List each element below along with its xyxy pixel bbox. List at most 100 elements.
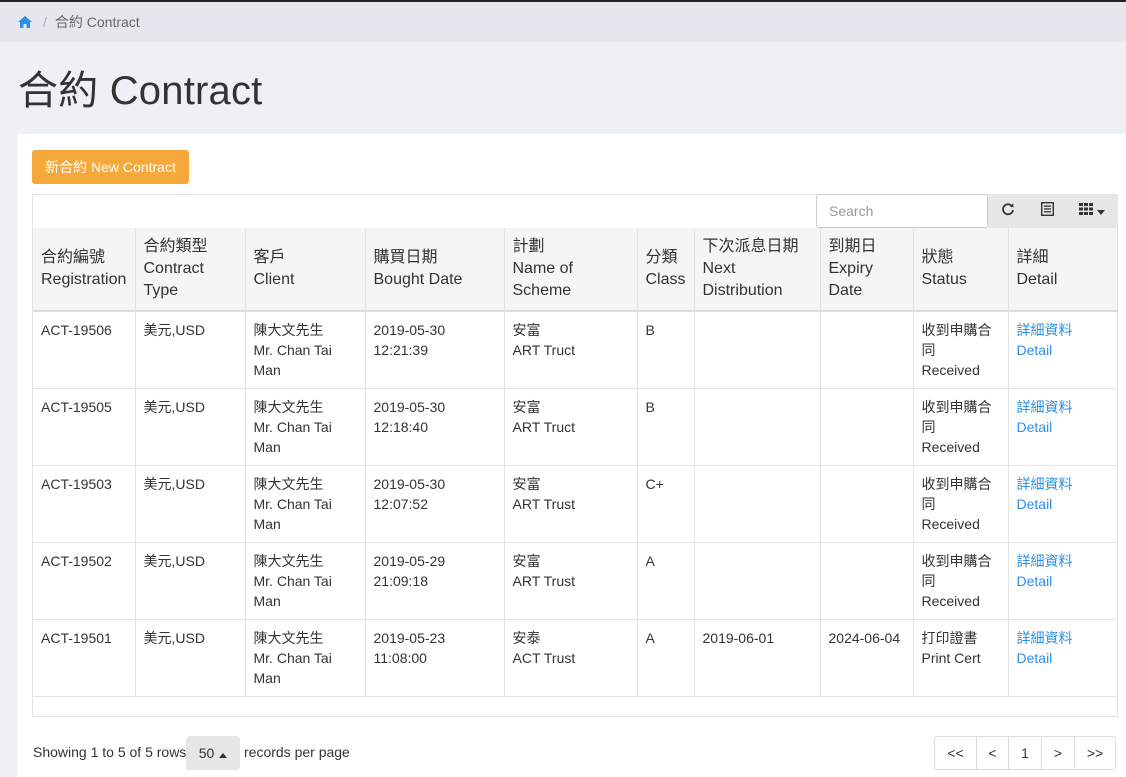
detail-link-en[interactable]: Detail — [1017, 342, 1053, 358]
scheme-en: ACT Trust — [512, 650, 576, 666]
status-en: Received — [921, 593, 980, 609]
date: 2019-05-30 — [373, 399, 446, 415]
search-input[interactable]: Search — [816, 194, 988, 228]
client-en: Mr. Chan Tai Man — [253, 342, 332, 378]
columns-dropdown-button[interactable] — [1066, 194, 1118, 228]
cell-status: 收到申購合同 Received — [912, 542, 1008, 620]
client-zh: 陳大文先生 — [253, 399, 324, 415]
cell-status: 收到申購合同 Received — [912, 465, 1008, 543]
status-en: Received — [921, 439, 980, 455]
header-zh: 計劃 — [512, 238, 545, 255]
cell-bought-date: 2019-05-30 12:21:39 — [364, 311, 504, 389]
home-icon[interactable] — [17, 15, 33, 29]
cell-contract-type: 美元,USD — [134, 465, 245, 543]
client-zh: 陳大文先生 — [253, 476, 324, 492]
cell-status: 打印證書 Print Cert — [912, 619, 1008, 697]
header-en: Next Distribution — [702, 260, 783, 299]
header-zh: 分類 — [645, 249, 678, 266]
page-last-button[interactable]: >> — [1074, 737, 1115, 769]
col-header-contract-type[interactable]: 合約類型 Contract Type — [134, 228, 245, 312]
col-header-client[interactable]: 客戶 Client — [244, 228, 365, 312]
detail-link-zh[interactable]: 詳細資料 — [1017, 322, 1073, 338]
scheme-zh: 安富 — [512, 553, 541, 569]
detail-link-zh[interactable]: 詳細資料 — [1017, 553, 1073, 569]
col-header-expiry-date[interactable]: 到期日 Expiry Date — [819, 228, 913, 312]
breadcrumb: / 合約 Contract — [0, 2, 1126, 42]
cell-bought-date: 2019-05-23 11:08:00 — [364, 619, 504, 697]
columns-grid-icon — [1079, 202, 1093, 220]
cell-scheme: 安富 ART Trust — [503, 542, 637, 620]
time: 21:09:18 — [373, 573, 429, 589]
col-header-bought-date[interactable]: 購買日期 Bought Date — [364, 228, 504, 312]
detail-link-en[interactable]: Detail — [1017, 650, 1053, 666]
status-zh: 收到申購合同 — [921, 553, 992, 589]
scheme-en: ART Truct — [512, 419, 576, 435]
cell-client: 陳大文先生 Mr. Chan Tai Man — [244, 311, 365, 389]
page-first-button[interactable]: << — [935, 737, 976, 769]
col-header-detail[interactable]: 詳細 Detail — [1007, 228, 1117, 312]
date: 2019-05-30 — [373, 322, 446, 338]
cell-bought-date: 2019-05-29 21:09:18 — [364, 542, 504, 620]
cell-registration: ACT-19502 — [33, 542, 135, 620]
page-prev-button[interactable]: < — [976, 737, 1008, 769]
detail-link-zh[interactable]: 詳細資料 — [1017, 399, 1073, 415]
caret-up-icon — [219, 745, 228, 761]
header-en: Name of Scheme — [512, 260, 573, 299]
header-en: Client — [253, 271, 295, 288]
cell-expiry-date: 2024-06-04 — [819, 619, 913, 697]
refresh-button[interactable] — [988, 194, 1028, 228]
pagination: << < 1 > >> — [934, 736, 1116, 770]
cell-detail: 詳細資料 Detail — [1007, 619, 1117, 697]
table-header-row: 合約編號 Registration 合約類型 Contract Type 客戶 Cli… — [33, 228, 1117, 312]
refresh-icon — [1001, 202, 1015, 221]
cell-bought-date: 2019-05-30 12:07:52 — [364, 465, 504, 543]
col-header-scheme[interactable]: 計劃 Name of Scheme — [503, 228, 637, 312]
page-title: 合約 Contract — [18, 69, 263, 113]
page-number-button[interactable]: 1 — [1008, 737, 1041, 769]
cell-expiry-date — [819, 542, 913, 620]
cell-client: 陳大文先生 Mr. Chan Tai Man — [244, 465, 365, 543]
client-en: Mr. Chan Tai Man — [253, 573, 332, 609]
toggle-view-button[interactable] — [1028, 194, 1066, 228]
header-zh: 到期日 — [828, 238, 877, 255]
status-en: Received — [921, 362, 980, 378]
detail-link-en[interactable]: Detail — [1017, 419, 1053, 435]
detail-link-en[interactable]: Detail — [1017, 573, 1053, 589]
status-en: Print Cert — [921, 650, 981, 666]
col-header-registration[interactable]: 合約編號 Registration — [33, 228, 135, 312]
scheme-en: ART Trust — [512, 573, 576, 589]
cell-scheme: 安泰 ACT Trust — [503, 619, 637, 697]
detail-link-en[interactable]: Detail — [1017, 496, 1053, 512]
scheme-en: ART Trust — [512, 496, 576, 512]
col-header-class[interactable]: 分類 Class — [636, 228, 694, 312]
detail-link-zh[interactable]: 詳細資料 — [1017, 476, 1073, 492]
scheme-zh: 安富 — [512, 399, 541, 415]
cell-scheme: 安富 ART Trust — [503, 465, 637, 543]
date: 2019-05-29 — [373, 553, 446, 569]
cell-expiry-date — [819, 465, 913, 543]
scheme-zh: 安泰 — [512, 630, 541, 646]
cell-detail: 詳細資料 Detail — [1007, 388, 1117, 466]
client-en: Mr. Chan Tai Man — [253, 496, 332, 532]
scheme-en: ART Truct — [512, 342, 576, 358]
page-size-value: 50 — [198, 745, 215, 761]
cell-client: 陳大文先生 Mr. Chan Tai Man — [244, 619, 365, 697]
time: 11:08:00 — [373, 650, 427, 666]
detail-link-zh[interactable]: 詳細資料 — [1017, 630, 1073, 646]
page-size-dropdown[interactable]: 50 — [186, 736, 240, 770]
new-contract-button[interactable]: 新合約 New Contract — [32, 150, 189, 184]
cell-next-distribution — [693, 465, 820, 543]
status-zh: 收到申購合同 — [921, 399, 992, 435]
client-zh: 陳大文先生 — [253, 553, 324, 569]
cell-expiry-date — [819, 311, 913, 389]
col-header-status[interactable]: 狀態 Status — [912, 228, 1008, 312]
header-en: Bought Date — [373, 271, 463, 288]
col-header-next-distribution[interactable]: 下次派息日期 Next Distribution — [693, 228, 820, 312]
status-zh: 打印證書 — [921, 630, 978, 646]
table-toolbar — [988, 194, 1118, 228]
time: 12:07:52 — [373, 496, 429, 512]
breadcrumb-separator: / — [43, 14, 47, 30]
header-zh: 合約編號 — [41, 249, 106, 266]
cell-contract-type: 美元,USD — [134, 619, 245, 697]
page-next-button[interactable]: > — [1041, 737, 1074, 769]
